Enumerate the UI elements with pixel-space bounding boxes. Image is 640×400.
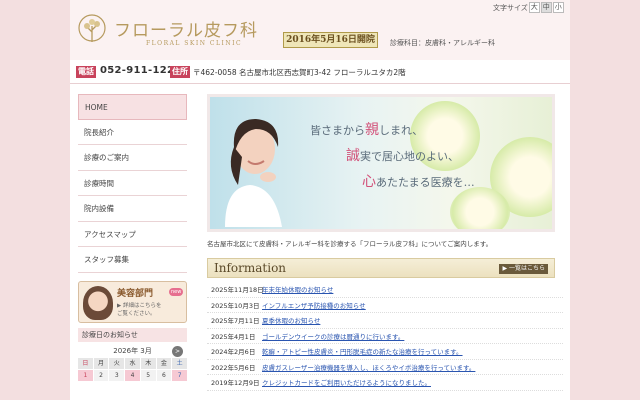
weekday-sun: 日 xyxy=(78,357,93,369)
sidebar: HOME 院長紹介 診療のご案内 診療時間 院内設備 アクセスマップ スタッフ募… xyxy=(78,94,187,381)
hero-line-1-pre: 皆さまから xyxy=(310,124,365,137)
hero-line-3-post: あたたまる医療を… xyxy=(376,176,475,189)
beauty-subtext: ▶ 詳細はこちらを ご覧ください。 xyxy=(117,302,161,318)
main-content: 皆さまから親しまれ、 誠実で居心地のよい、 心あたたまる医療を… 名古屋市北区に… xyxy=(207,94,563,391)
page: フローラル皮フ科 FLORAL SKIN CLINIC 2016年5月16日開院… xyxy=(70,0,570,400)
weekday-thu: 木 xyxy=(140,357,156,369)
weekday-fri: 金 xyxy=(156,357,172,369)
calendar-day: 3 xyxy=(109,369,125,381)
calendar-day: 5 xyxy=(140,369,156,381)
news-date: 2024年2月6日 xyxy=(211,348,256,357)
news-date: 2025年11月18日 xyxy=(211,286,264,295)
news-link[interactable]: 皮膚ガスレーザー治療機器を導入し、ほくろやイボ治療を行っています。 xyxy=(262,362,475,372)
font-size-switcher: 文字サイズ 大 中 小 xyxy=(493,2,564,13)
list-item: 2025年4月1日 ゴールデンウイークの診療は暦通りに行います。 xyxy=(207,329,563,344)
hero-woman-image xyxy=(225,119,282,227)
list-item: 2019年12月9日 クレジットカードをご利用いただけるようになりました。 xyxy=(207,375,563,391)
hero-line-3-em: 心 xyxy=(362,174,376,190)
next-month-icon[interactable]: > xyxy=(172,345,183,357)
news-link[interactable]: クレジットカードをご利用いただけるようになりました。 xyxy=(262,377,431,387)
flower-decoration xyxy=(450,187,510,229)
news-date: 2019年12月9日 xyxy=(211,379,260,388)
news-date: 2025年7月11日 xyxy=(211,317,260,326)
calendar-grid: 日 月 火 水 木 金 土 1 2 3 4 5 6 7 xyxy=(78,357,187,381)
font-size-label: 文字サイズ xyxy=(493,3,528,12)
clinic-logo-icon[interactable] xyxy=(78,14,106,48)
list-item: 2025年10月3日 インフルエンザ予防接種のお知らせ xyxy=(207,298,563,313)
calendar-day: 7 xyxy=(172,369,187,381)
calendar-day: 1 xyxy=(78,369,93,381)
calendar-day: 2 xyxy=(93,369,109,381)
calendar-day: 4 xyxy=(125,369,140,381)
sidebar-item-guide[interactable]: 診療のご案内 xyxy=(78,145,187,171)
departments-text: 診療科目：皮膚科・アレルギー科 xyxy=(390,39,495,47)
font-size-medium-button[interactable]: 中 xyxy=(540,2,552,13)
logo-subtitle: FLORAL SKIN CLINIC xyxy=(146,40,243,47)
sidebar-item-hours[interactable]: 診療時間 xyxy=(78,171,187,196)
contact-bar: 電話 052-911-1222 住所 〒462-0058 名古屋市北区西志賀町3… xyxy=(70,60,570,84)
font-size-small-button[interactable]: 小 xyxy=(552,2,564,13)
sidebar-item-home[interactable]: HOME xyxy=(78,94,187,120)
information-title: Information xyxy=(214,261,287,275)
list-item: 2025年11月18日 年末年始休暇のお知らせ xyxy=(207,282,563,298)
calendar-month: 2026年 3月 xyxy=(113,346,152,355)
hero-line-2: 誠実で居心地のよい、 xyxy=(346,145,459,165)
weekday-sat: 土 xyxy=(172,357,187,369)
news-date: 2022年5月6日 xyxy=(211,363,256,372)
calendar-header: 2026年 3月 > xyxy=(78,344,187,358)
calendar-notice-title: 診療日のお知らせ xyxy=(78,327,187,342)
list-item: 2025年7月11日 夏季休暇のお知らせ xyxy=(207,313,563,329)
beauty-subtext-line2: ご覧ください。 xyxy=(117,310,156,317)
hero-line-1-post: しまれ、 xyxy=(379,124,424,137)
calendar-day: 6 xyxy=(156,369,172,381)
weekday-wed: 水 xyxy=(125,357,140,369)
address-text: 〒462-0058 名古屋市北区西志賀町3-42 フローラルユタカ2階 xyxy=(193,68,406,77)
address-tag: 住所 xyxy=(170,66,190,78)
news-link[interactable]: 年末年始休暇のお知らせ xyxy=(262,284,333,294)
sidebar-item-director[interactable]: 院長紹介 xyxy=(78,120,187,145)
header: フローラル皮フ科 FLORAL SKIN CLINIC 2016年5月16日開院… xyxy=(70,0,570,60)
news-link[interactable]: 夏季休暇のお知らせ xyxy=(262,315,320,325)
hero-line-1: 皆さまから親しまれ、 xyxy=(310,119,423,139)
sidebar-item-access[interactable]: アクセスマップ xyxy=(78,222,187,247)
information-list: 2025年11月18日 年末年始休暇のお知らせ 2025年10月3日 インフルエ… xyxy=(207,282,563,391)
hero-banner: 皆さまから親しまれ、 誠実で居心地のよい、 心あたたまる医療を… xyxy=(207,94,555,232)
news-link[interactable]: 乾癬・アトピー性皮膚炎・円形脱毛症の新たな治療を行っています。 xyxy=(262,346,463,356)
sidebar-item-facilities[interactable]: 院内設備 xyxy=(78,196,187,222)
beauty-model-image xyxy=(83,285,113,320)
information-more-link[interactable]: ▶ 一覧はこちら xyxy=(499,264,548,274)
news-link[interactable]: ゴールデンウイークの診療は暦通りに行います。 xyxy=(262,331,404,341)
list-item: 2022年5月6日 皮膚ガスレーザー治療機器を導入し、ほくろやイボ治療を行ってい… xyxy=(207,360,563,375)
weekday-tue: 火 xyxy=(109,357,125,369)
font-size-large-button[interactable]: 大 xyxy=(528,2,540,13)
beauty-subtext-line1: ▶ 詳細はこちらを xyxy=(117,302,162,309)
logo-title[interactable]: フローラル皮フ科 xyxy=(114,16,258,41)
hero-line-2-post: 実で居心地のよい、 xyxy=(360,150,459,163)
sidebar-item-recruit[interactable]: スタッフ募集 xyxy=(78,247,187,273)
news-date: 2025年4月1日 xyxy=(211,332,256,341)
news-date: 2025年10月3日 xyxy=(211,301,260,310)
new-badge: new xyxy=(169,287,184,296)
hero-line-2-em: 誠 xyxy=(346,148,360,164)
calendar: 2026年 3月 > 日 月 火 水 木 金 土 1 2 3 4 5 6 7 xyxy=(78,344,187,381)
list-item: 2024年2月6日 乾癬・アトピー性皮膚炎・円形脱毛症の新たな治療を行っています… xyxy=(207,344,563,360)
intro-text: 名古屋市北区にて皮膚科・アレルギー科を診療する「フローラル皮フ科」についてご案内… xyxy=(207,240,493,248)
weekday-mon: 月 xyxy=(93,357,109,369)
information-header: Information ▶ 一覧はこちら xyxy=(207,258,555,278)
hero-line-1-em: 親 xyxy=(365,122,379,138)
hero-line-3: 心あたたまる医療を… xyxy=(362,171,475,191)
news-link[interactable]: インフルエンザ予防接種のお知らせ xyxy=(262,300,366,310)
opening-date-badge: 2016年5月16日開院 xyxy=(283,32,378,48)
beauty-title: 美容部門 xyxy=(117,288,154,299)
phone-tag: 電話 xyxy=(76,66,96,78)
beauty-department-banner[interactable]: 美容部門 new ▶ 詳細はこちらを ご覧ください。 xyxy=(78,280,187,323)
